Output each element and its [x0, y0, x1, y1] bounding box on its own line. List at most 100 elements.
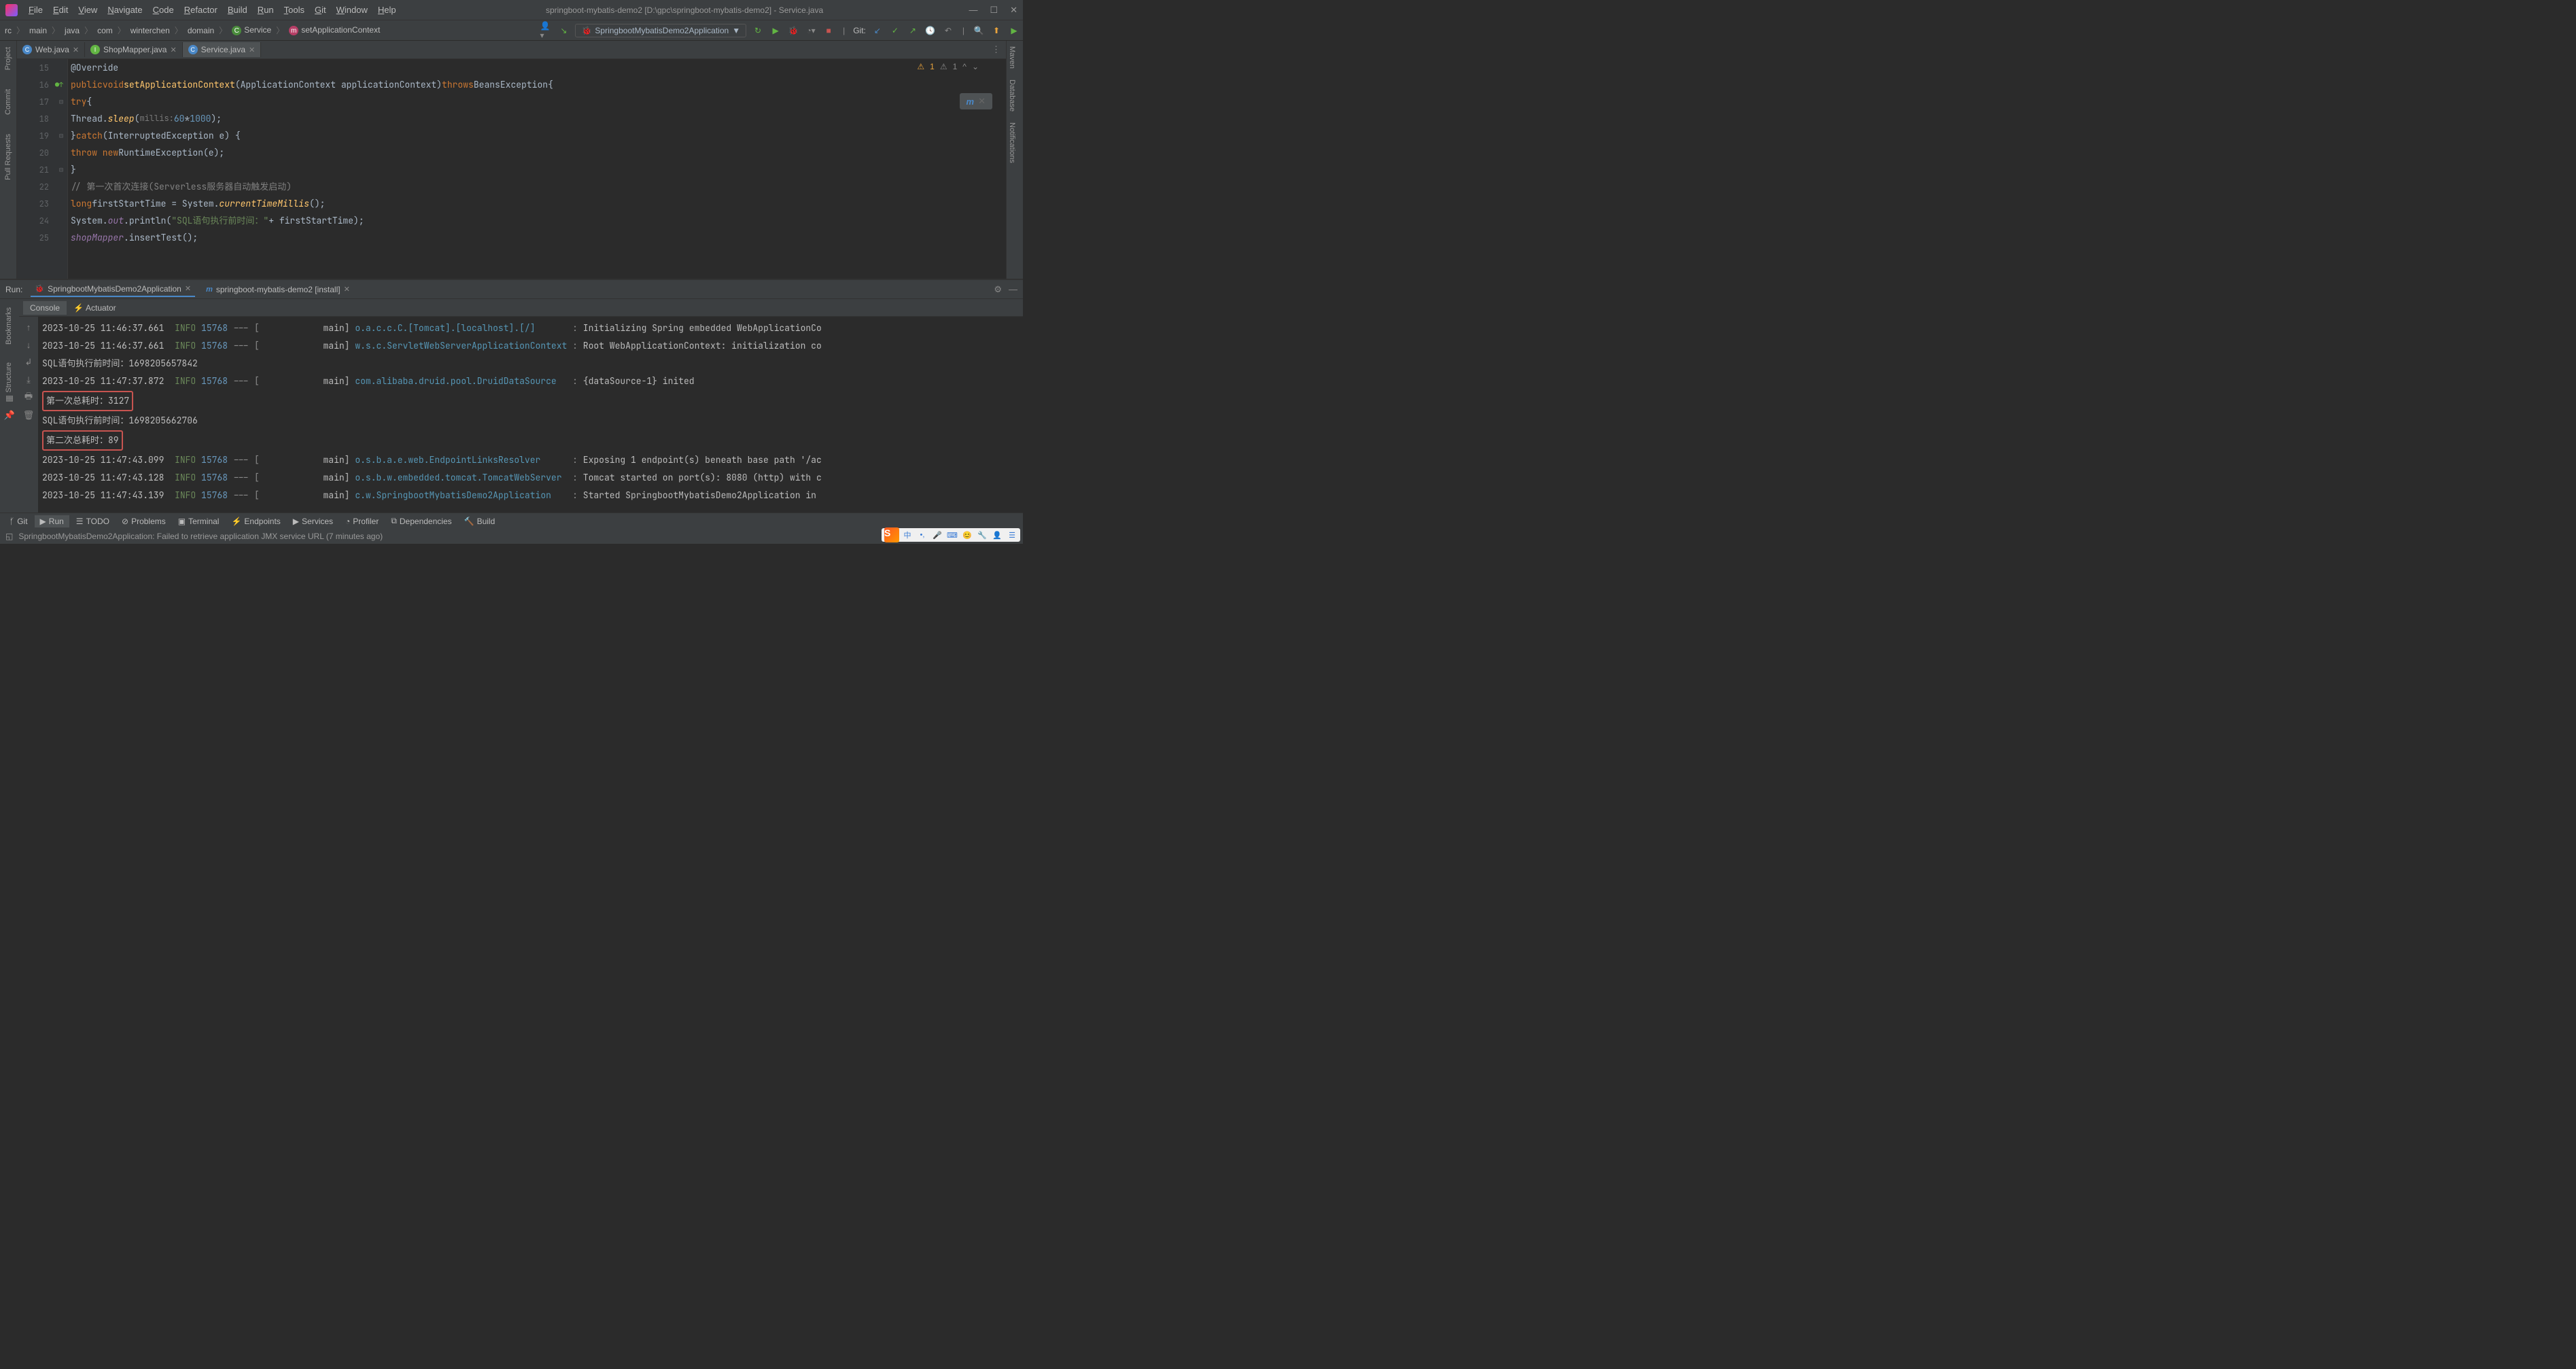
- close-tab-icon[interactable]: ✕: [170, 46, 176, 54]
- tool-commit[interactable]: Commit: [3, 86, 14, 118]
- git-push-icon[interactable]: ↗: [907, 24, 919, 37]
- ime-icon[interactable]: ☰: [1007, 530, 1017, 540]
- console-output[interactable]: 2023-10-25 11:46:37.661 INFO 15768 --- […: [38, 317, 1023, 520]
- crumb-java[interactable]: java: [63, 26, 82, 35]
- menu-git[interactable]: Git: [311, 3, 330, 16]
- bottom-tab-build[interactable]: 🔨 Build: [459, 515, 501, 527]
- run-tab[interactable]: mspringboot-mybatis-demo2 [install] ✕: [202, 282, 354, 297]
- tool-bookmarks[interactable]: Bookmarks: [3, 305, 14, 347]
- bottom-tab-services[interactable]: ▶ Services: [288, 515, 338, 527]
- menu-build[interactable]: Build: [224, 3, 251, 16]
- debug-icon[interactable]: 🐞: [787, 24, 799, 37]
- bottom-tab-git[interactable]: ᚶ Git: [4, 515, 33, 527]
- crumb-domain[interactable]: domain: [186, 26, 216, 35]
- ime-icon[interactable]: 🔧: [977, 530, 988, 540]
- ime-icon[interactable]: 👤: [992, 530, 1003, 540]
- bottom-tab-terminal[interactable]: ▣ Terminal: [173, 515, 225, 527]
- close-tab-icon[interactable]: ✕: [249, 46, 255, 54]
- tool-project[interactable]: Project: [3, 44, 14, 73]
- floating-widget[interactable]: m ✕: [960, 93, 992, 109]
- tool-structure[interactable]: Structure: [3, 360, 14, 396]
- code-line[interactable]: long firstStartTime = System.currentTime…: [71, 195, 1006, 212]
- play-icon[interactable]: ▶: [769, 24, 782, 37]
- tab-actuator[interactable]: ⚡Actuator: [67, 301, 123, 315]
- run-tab[interactable]: 🐞SpringbootMybatisDemo2Application ✕: [31, 282, 195, 297]
- menu-code[interactable]: Code: [149, 3, 178, 16]
- code-line[interactable]: Thread.sleep( millis: 60*1000);: [71, 110, 1006, 127]
- clear-icon[interactable]: 🗑: [22, 409, 35, 421]
- user-icon[interactable]: 👤▾: [540, 24, 552, 37]
- sogou-icon[interactable]: S: [884, 527, 899, 542]
- tool-maven[interactable]: Maven: [1007, 41, 1017, 74]
- bottom-tab-profiler[interactable]: ◔ Profiler: [340, 515, 384, 527]
- tool-notifications[interactable]: Notifications: [1007, 117, 1017, 169]
- close-icon[interactable]: ✕: [344, 285, 350, 294]
- tool-window-icon[interactable]: ◱: [5, 532, 13, 541]
- ime-icon[interactable]: 😊: [962, 530, 973, 540]
- wrap-icon[interactable]: ↲: [22, 356, 35, 368]
- hammer-icon[interactable]: ↘: [557, 24, 570, 37]
- code-line[interactable]: } catch (InterruptedException e) {: [71, 127, 1006, 144]
- crumb-main[interactable]: main: [27, 26, 49, 35]
- code-line[interactable]: shopMapper.insertTest();: [71, 229, 1006, 246]
- bottom-tab-problems[interactable]: ⊘ Problems: [116, 515, 171, 527]
- close-icon[interactable]: ✕: [1010, 5, 1017, 16]
- menu-file[interactable]: File: [24, 3, 47, 16]
- crumb-setApplicationContext[interactable]: setApplicationContext: [287, 25, 382, 36]
- tab-shopmapper-java[interactable]: IShopMapper.java✕: [85, 42, 183, 57]
- code-line[interactable]: @Override: [71, 59, 1006, 76]
- hide-icon[interactable]: —: [1009, 284, 1017, 295]
- crumb-Service[interactable]: Service: [230, 25, 273, 36]
- menu-tools[interactable]: Tools: [280, 3, 309, 16]
- menu-run[interactable]: Run: [254, 3, 278, 16]
- ide-update-icon[interactable]: ⬆: [990, 24, 1003, 37]
- git-update-icon[interactable]: ↙: [871, 24, 884, 37]
- git-commit-icon[interactable]: ✓: [889, 24, 901, 37]
- up-icon[interactable]: ↑: [22, 321, 35, 333]
- bottom-tab-endpoints[interactable]: ⚡ Endpoints: [226, 515, 285, 527]
- crumb-com[interactable]: com: [95, 26, 115, 35]
- stop-icon[interactable]: ■: [822, 24, 835, 37]
- git-history-icon[interactable]: 🕓: [924, 24, 937, 37]
- menu-window[interactable]: Window: [332, 3, 372, 16]
- menu-edit[interactable]: Edit: [49, 3, 72, 16]
- bottom-tab-todo[interactable]: ☰ TODO: [71, 515, 115, 527]
- scroll-end-icon[interactable]: ⤓: [22, 374, 35, 386]
- menu-help[interactable]: Help: [374, 3, 400, 16]
- crumb-winterchen[interactable]: winterchen: [128, 26, 172, 35]
- code-content[interactable]: @Override public void setApplicationCont…: [68, 59, 1006, 279]
- ime-icon[interactable]: ⌨: [947, 530, 958, 540]
- minimize-icon[interactable]: —: [969, 5, 977, 16]
- reload-icon[interactable]: ↻: [752, 24, 764, 37]
- run-configuration-selector[interactable]: 🐞 SpringbootMybatisDemo2Application ▼: [575, 24, 746, 37]
- maximize-icon[interactable]: ☐: [990, 5, 998, 16]
- code-line[interactable]: // 第一次首次连接(Serverless服务器自动触发启动): [71, 178, 1006, 195]
- git-rollback-icon[interactable]: ↶: [942, 24, 954, 37]
- menu-navigate[interactable]: Navigate: [103, 3, 146, 16]
- code-editor[interactable]: 1516●↑17⊟1819⊟2021⊟22232425 @Override pu…: [17, 59, 1006, 279]
- pin-icon[interactable]: 📌: [3, 409, 16, 421]
- tool-pull-requests[interactable]: Pull Requests: [3, 131, 14, 183]
- code-line[interactable]: try {: [71, 93, 1006, 110]
- close-tab-icon[interactable]: ✕: [73, 46, 79, 54]
- bottom-tab-dependencies[interactable]: ⧉ Dependencies: [385, 515, 457, 527]
- menu-view[interactable]: View: [74, 3, 101, 16]
- close-widget-icon[interactable]: ✕: [978, 96, 986, 107]
- bottom-tab-run[interactable]: ▶ Run: [35, 515, 69, 527]
- ime-icon[interactable]: •,: [917, 530, 928, 540]
- ime-icon[interactable]: 🎤: [932, 530, 943, 540]
- code-line[interactable]: }: [71, 161, 1006, 178]
- tab-web-java[interactable]: CWeb.java✕: [17, 42, 85, 57]
- run-gutter-icon[interactable]: ●↑: [55, 80, 63, 89]
- menu-refactor[interactable]: Refactor: [180, 3, 222, 16]
- tab-service-java[interactable]: CService.java✕: [183, 42, 262, 57]
- code-line[interactable]: throw new RuntimeException(e);: [71, 144, 1006, 161]
- crumb-rc[interactable]: rc: [3, 26, 14, 35]
- down-icon[interactable]: ↓: [22, 339, 35, 351]
- tabs-more-icon[interactable]: ⋮: [986, 44, 1006, 55]
- ime-icon[interactable]: 中: [902, 530, 913, 540]
- tool-database[interactable]: Database: [1007, 74, 1017, 117]
- search-icon[interactable]: 🔍: [973, 24, 985, 37]
- code-line[interactable]: public void setApplicationContext(Applic…: [71, 76, 1006, 93]
- print-icon[interactable]: 🖶: [22, 392, 35, 404]
